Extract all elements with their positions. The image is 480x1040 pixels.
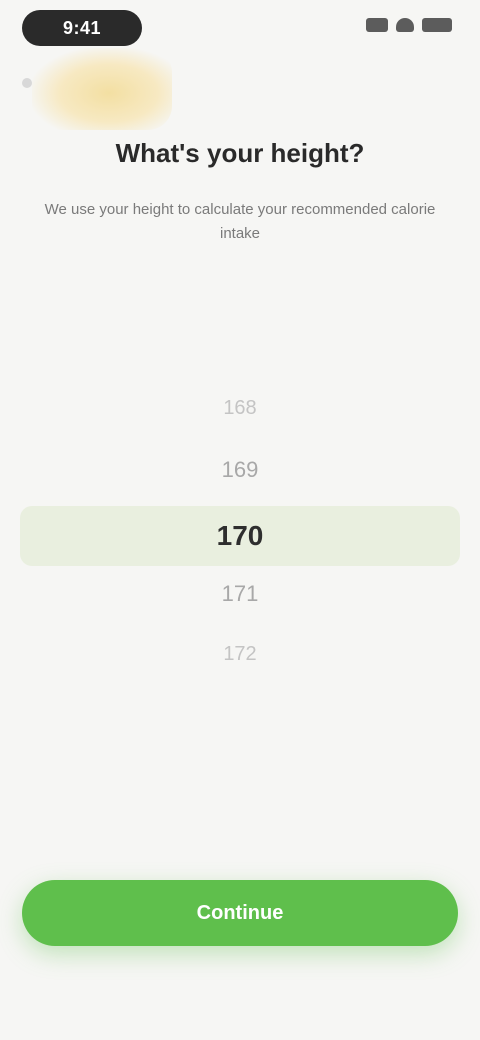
picker-item[interactable]: 171 bbox=[20, 574, 460, 614]
status-time: 9:41 bbox=[22, 10, 142, 46]
signal-icon bbox=[366, 18, 388, 32]
continue-button[interactable]: Continue bbox=[22, 880, 458, 946]
picker-item[interactable]: 169 bbox=[20, 450, 460, 490]
back-icon[interactable] bbox=[22, 78, 32, 88]
page-title: What's your height? bbox=[115, 138, 365, 168]
header-illustration bbox=[22, 48, 172, 130]
height-picker[interactable]: 168 169 170 171 172 bbox=[20, 380, 460, 690]
picker-item-selected[interactable]: 170 bbox=[20, 506, 460, 566]
picker-item[interactable]: 172 bbox=[20, 634, 460, 674]
wifi-icon bbox=[396, 18, 414, 32]
status-icons bbox=[366, 18, 452, 32]
battery-icon bbox=[422, 18, 452, 32]
picker-item[interactable]: 168 bbox=[20, 388, 460, 428]
page-subtitle: We use your height to calculate your rec… bbox=[44, 201, 436, 242]
